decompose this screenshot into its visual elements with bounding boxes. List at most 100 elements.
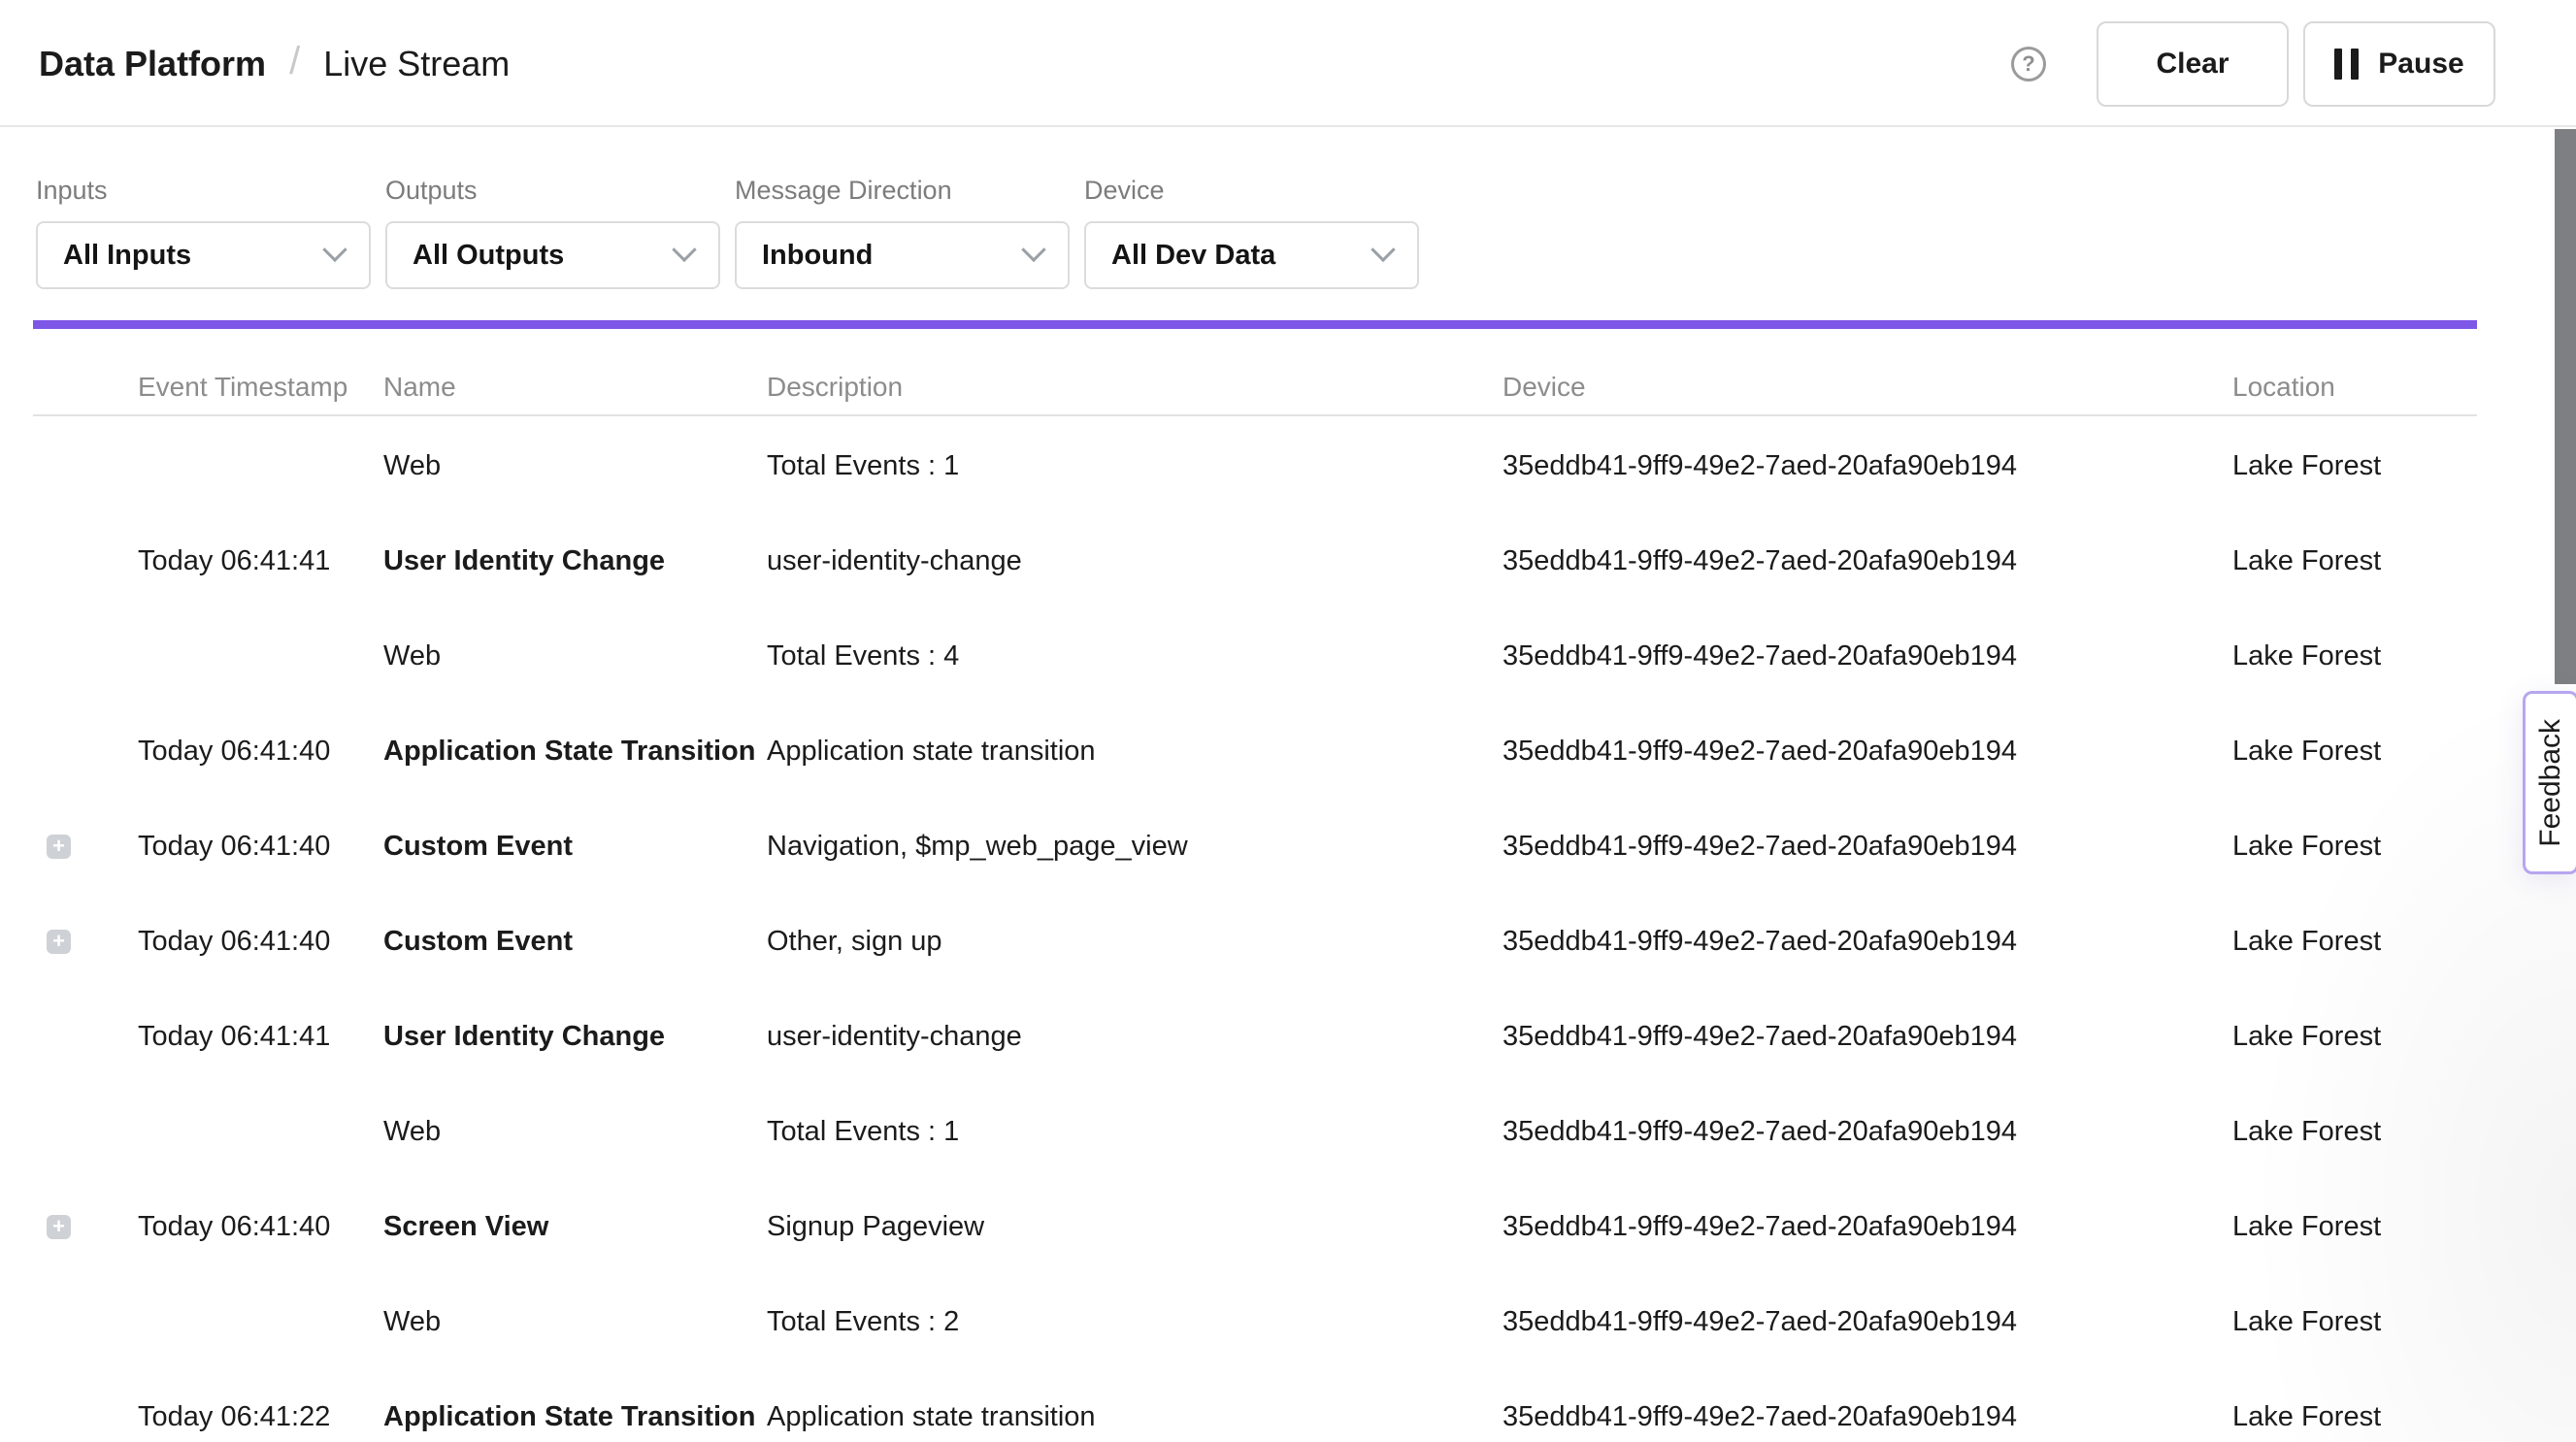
filter-inputs-label: Inputs: [36, 176, 371, 206]
cell-name: Application State Transition: [383, 1369, 756, 1442]
cell-device: 35eddb41-9ff9-49e2-7aed-20afa90eb194: [1503, 513, 2017, 608]
help-button[interactable]: ?: [2011, 47, 2046, 82]
cell-event-timestamp: Today 06:41:40: [138, 799, 330, 894]
clear-button[interactable]: Clear: [2097, 21, 2289, 107]
cell-name: Application State Transition: [383, 704, 756, 799]
cell-name: Web: [383, 1274, 441, 1369]
cell-device: 35eddb41-9ff9-49e2-7aed-20afa90eb194: [1503, 799, 2017, 894]
cell-name: Web: [383, 608, 441, 704]
cell-name: Web: [383, 1084, 441, 1179]
event-row[interactable]: + Today 06:41:41 User Identity Change us…: [33, 989, 2477, 1084]
cell-location: Lake Forest: [2232, 513, 2381, 608]
cell-description: Application state transition: [767, 1369, 1096, 1442]
outputs-dropdown[interactable]: All Outputs: [385, 221, 720, 289]
header-actions: ? Clear Pause: [2011, 0, 2495, 127]
plus-icon: +: [52, 836, 65, 857]
cell-location: Lake Forest: [2232, 1179, 2381, 1274]
cell-location: Lake Forest: [2232, 1084, 2381, 1179]
cell-device: 35eddb41-9ff9-49e2-7aed-20afa90eb194: [1503, 1179, 2017, 1274]
filter-device: Device All Dev Data: [1084, 176, 1419, 289]
event-row[interactable]: + Today 06:41:22 Application State Trans…: [33, 1369, 2477, 1442]
expand-button[interactable]: +: [47, 930, 71, 954]
cell-location: Lake Forest: [2232, 608, 2381, 704]
event-row[interactable]: + Today 06:41:41 User Identity Change us…: [33, 513, 2477, 608]
event-row[interactable]: + Today 06:41:40 Custom Event Navigation…: [33, 799, 2477, 894]
feedback-tab[interactable]: Feedback: [2523, 691, 2576, 874]
outputs-dropdown-value: All Outputs: [413, 240, 676, 272]
question-mark-icon: ?: [2022, 51, 2034, 77]
event-row[interactable]: + Web Total Events : 1 35eddb41-9ff9-49e…: [33, 418, 2477, 513]
chevron-down-icon: [1371, 238, 1395, 262]
cell-description: Signup Pageview: [767, 1179, 984, 1274]
cell-description: user-identity-change: [767, 989, 1022, 1084]
cell-description: Other, sign up: [767, 894, 942, 989]
breadcrumb-separator: /: [289, 40, 300, 83]
filter-message-direction: Message Direction Inbound: [735, 176, 1070, 289]
message-direction-dropdown[interactable]: Inbound: [735, 221, 1070, 289]
cell-event-timestamp: Today 06:41:40: [138, 1179, 330, 1274]
filter-device-label: Device: [1084, 176, 1419, 206]
event-row[interactable]: + Today 06:41:40 Custom Event Other, sig…: [33, 894, 2477, 989]
column-header-event-timestamp: Event Timestamp: [138, 372, 347, 403]
column-header-location: Location: [2232, 372, 2335, 403]
cell-location: Lake Forest: [2232, 418, 2381, 513]
event-table-header: Event Timestamp Name Description Device …: [33, 329, 2477, 416]
cell-device: 35eddb41-9ff9-49e2-7aed-20afa90eb194: [1503, 704, 2017, 799]
page-title: Live Stream: [323, 44, 510, 84]
cell-location: Lake Forest: [2232, 1369, 2381, 1442]
cell-device: 35eddb41-9ff9-49e2-7aed-20afa90eb194: [1503, 1274, 2017, 1369]
cell-description: Total Events : 4: [767, 608, 959, 704]
cell-device: 35eddb41-9ff9-49e2-7aed-20afa90eb194: [1503, 989, 2017, 1084]
filter-inputs: Inputs All Inputs: [36, 176, 371, 289]
cell-description: Total Events : 2: [767, 1274, 959, 1369]
cell-name: Screen View: [383, 1179, 548, 1274]
cell-event-timestamp: Today 06:41:22: [138, 1369, 330, 1442]
filter-outputs-label: Outputs: [385, 176, 720, 206]
cell-description: Total Events : 1: [767, 418, 959, 513]
device-dropdown[interactable]: All Dev Data: [1084, 221, 1419, 289]
plus-icon: +: [52, 931, 65, 952]
cell-device: 35eddb41-9ff9-49e2-7aed-20afa90eb194: [1503, 418, 2017, 513]
pause-button-label: Pause: [2378, 48, 2463, 81]
column-header-device: Device: [1503, 372, 1586, 403]
breadcrumb: Data Platform / Live Stream: [39, 0, 510, 127]
device-dropdown-value: All Dev Data: [1111, 240, 1374, 272]
cell-device: 35eddb41-9ff9-49e2-7aed-20afa90eb194: [1503, 1369, 2017, 1442]
cell-description: Application state transition: [767, 704, 1096, 799]
cell-location: Lake Forest: [2232, 704, 2381, 799]
cell-name: Custom Event: [383, 799, 573, 894]
cell-location: Lake Forest: [2232, 894, 2381, 989]
vertical-scrollbar-thumb[interactable]: [2555, 129, 2576, 684]
cell-description: Navigation, $mp_web_page_view: [767, 799, 1188, 894]
inputs-dropdown[interactable]: All Inputs: [36, 221, 371, 289]
message-direction-dropdown-value: Inbound: [762, 240, 1025, 272]
expand-button[interactable]: +: [47, 1215, 71, 1239]
column-header-name: Name: [383, 372, 456, 403]
cell-event-timestamp: Today 06:41:40: [138, 894, 330, 989]
accent-divider: [33, 320, 2477, 329]
pause-icon: [2334, 49, 2359, 80]
live-stream-page: Data Platform / Live Stream ? Clear Paus…: [0, 0, 2576, 1442]
inputs-dropdown-value: All Inputs: [63, 240, 326, 272]
cell-event-timestamp: Today 06:41:41: [138, 989, 330, 1084]
clear-button-label: Clear: [2156, 48, 2229, 81]
event-row[interactable]: + Today 06:41:40 Application State Trans…: [33, 704, 2477, 799]
event-row[interactable]: + Web Total Events : 1 35eddb41-9ff9-49e…: [33, 1084, 2477, 1179]
plus-icon: +: [52, 1216, 65, 1237]
cell-device: 35eddb41-9ff9-49e2-7aed-20afa90eb194: [1503, 894, 2017, 989]
event-row[interactable]: + Web Total Events : 2 35eddb41-9ff9-49e…: [33, 1274, 2477, 1369]
event-rows: + Web Total Events : 1 35eddb41-9ff9-49e…: [33, 418, 2477, 1442]
expand-button[interactable]: +: [47, 835, 71, 859]
event-row[interactable]: + Web Total Events : 4 35eddb41-9ff9-49e…: [33, 608, 2477, 704]
page-header: Data Platform / Live Stream ? Clear Paus…: [0, 0, 2576, 127]
cell-name: User Identity Change: [383, 989, 665, 1084]
chevron-down-icon: [672, 238, 696, 262]
breadcrumb-data-platform[interactable]: Data Platform: [39, 44, 266, 84]
event-row[interactable]: + Today 06:41:40 Screen View Signup Page…: [33, 1179, 2477, 1274]
column-header-description: Description: [767, 372, 903, 403]
cell-location: Lake Forest: [2232, 799, 2381, 894]
cell-name: Custom Event: [383, 894, 573, 989]
pause-button[interactable]: Pause: [2303, 21, 2495, 107]
filter-bar: Inputs All Inputs Outputs All Outputs Me…: [36, 127, 1419, 289]
cell-description: user-identity-change: [767, 513, 1022, 608]
